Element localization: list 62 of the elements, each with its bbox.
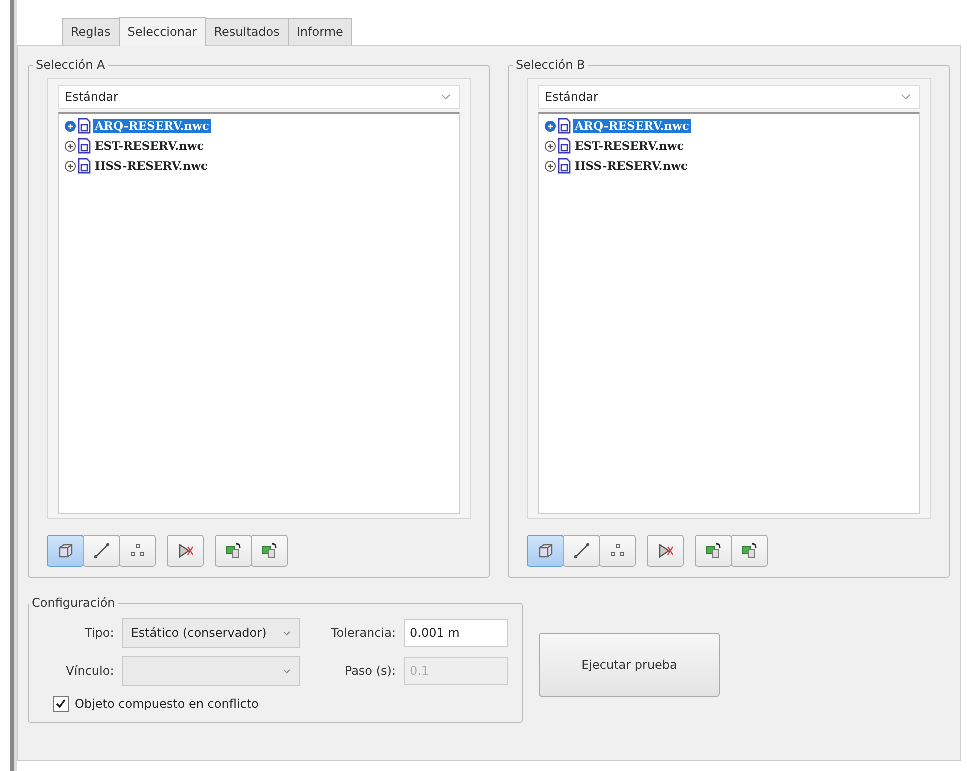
type-dropdown[interactable]: Estático (conservador) bbox=[122, 618, 300, 648]
run-test-button[interactable]: Ejecutar prueba bbox=[539, 632, 720, 696]
expand-icon[interactable] bbox=[545, 120, 556, 132]
tab[interactable]: Resultados bbox=[205, 18, 289, 45]
export-icon bbox=[224, 542, 242, 560]
toolbar-button[interactable] bbox=[83, 535, 120, 567]
expand-icon[interactable] bbox=[65, 140, 76, 152]
clear-selection-icon bbox=[656, 542, 674, 560]
chevron-icon bbox=[283, 668, 292, 674]
toolbar-button[interactable] bbox=[731, 535, 768, 567]
toolbar-button[interactable] bbox=[695, 535, 732, 567]
group-title: Configuración bbox=[31, 596, 116, 610]
tab[interactable]: Seleccionar bbox=[118, 17, 206, 46]
file-icon bbox=[78, 158, 91, 174]
toolbar-button[interactable] bbox=[215, 535, 252, 567]
tree-item[interactable]: ARQ-RESERV.nwc bbox=[573, 119, 692, 133]
line-icon bbox=[92, 542, 110, 560]
tree-item[interactable]: EST-RESERV.nwc bbox=[93, 139, 206, 153]
tree-item[interactable]: IISS-RESERV.nwc bbox=[573, 159, 690, 173]
file-icon bbox=[558, 118, 571, 134]
tab[interactable]: Reglas bbox=[62, 18, 120, 45]
file-icon bbox=[558, 138, 571, 154]
line-icon bbox=[572, 542, 590, 560]
cube-icon bbox=[536, 542, 554, 560]
field-label: Tolerancia: bbox=[330, 626, 396, 640]
toolbar-button[interactable] bbox=[119, 535, 156, 567]
toolbar-button[interactable] bbox=[527, 535, 564, 567]
clear-selection-icon bbox=[176, 542, 194, 560]
file-icon bbox=[78, 118, 91, 134]
expand-icon[interactable] bbox=[65, 160, 76, 172]
tolerance-field[interactable]: 0.001 m bbox=[404, 619, 508, 647]
chevron-icon bbox=[441, 94, 451, 100]
checkbox-label: Objeto compuesto en conflicto bbox=[75, 697, 259, 711]
toolbar-button[interactable] bbox=[251, 535, 288, 567]
import-icon bbox=[260, 542, 278, 560]
group-title: Selección A bbox=[35, 58, 106, 72]
field-label: Paso (s): bbox=[344, 664, 396, 678]
file-icon bbox=[78, 138, 91, 154]
import-icon bbox=[740, 542, 758, 560]
toolbar-button[interactable] bbox=[167, 535, 204, 567]
toolbar-button[interactable] bbox=[47, 535, 84, 567]
expand-icon[interactable] bbox=[545, 160, 556, 172]
tab[interactable]: Informe bbox=[288, 18, 352, 45]
toolbar-button[interactable] bbox=[647, 535, 684, 567]
group-title: Selección B bbox=[515, 58, 586, 72]
field-label: Vínculo: bbox=[65, 664, 114, 678]
chevron-icon bbox=[283, 630, 292, 636]
expand-icon[interactable] bbox=[545, 140, 556, 152]
set-dropdown[interactable]: Estándar bbox=[538, 85, 920, 109]
export-icon bbox=[704, 542, 722, 560]
field-label: Tipo: bbox=[84, 626, 114, 640]
toolbar-button[interactable] bbox=[563, 535, 600, 567]
tree-item[interactable]: EST-RESERV.nwc bbox=[573, 139, 686, 153]
cube-icon bbox=[56, 542, 74, 560]
checkbox[interactable] bbox=[53, 696, 69, 712]
tree-item[interactable]: IISS-RESERV.nwc bbox=[93, 159, 210, 173]
set-dropdown[interactable]: Estándar bbox=[58, 85, 460, 109]
tree-item[interactable]: ARQ-RESERV.nwc bbox=[93, 119, 212, 133]
chevron-icon bbox=[901, 94, 911, 100]
file-icon bbox=[558, 158, 571, 174]
toolbar-button[interactable] bbox=[599, 535, 636, 567]
expand-icon[interactable] bbox=[65, 120, 76, 132]
